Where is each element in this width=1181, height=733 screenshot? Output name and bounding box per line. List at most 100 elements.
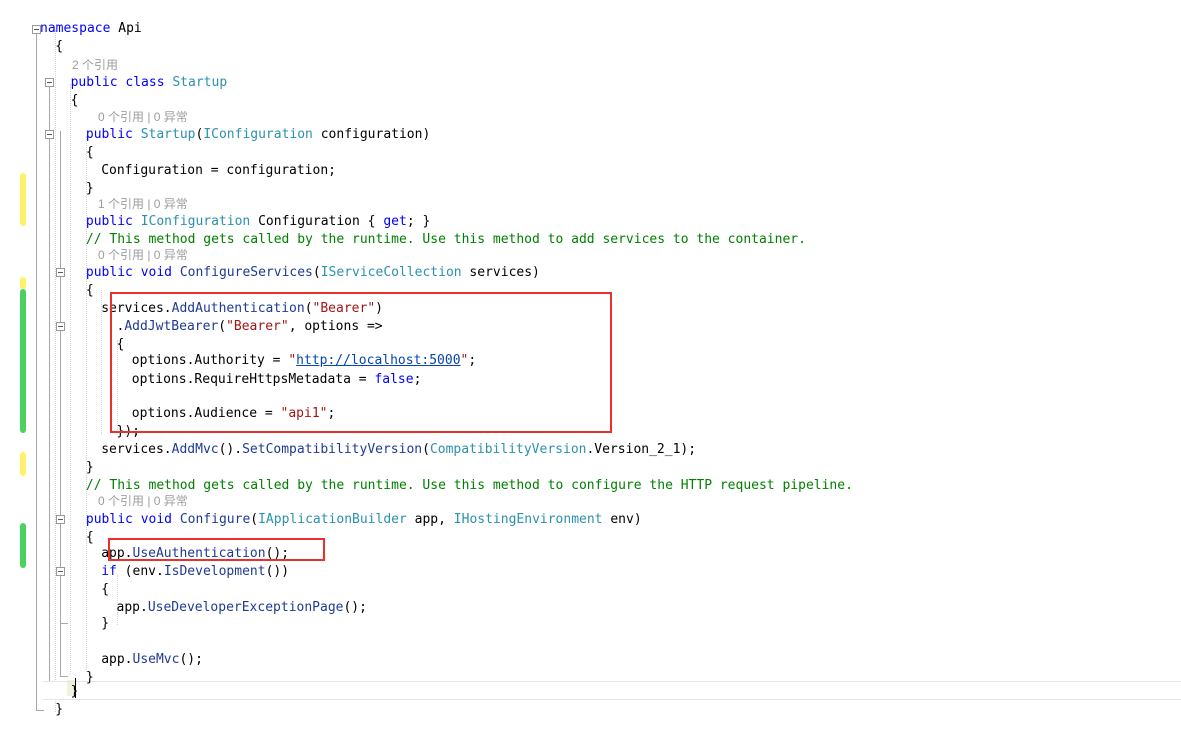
code-token-ident: configuration) <box>312 127 431 142</box>
fold-spine-nested <box>60 323 61 431</box>
code-line[interactable]: { <box>86 529 94 547</box>
code-token-mth: UseAuthentication <box>132 546 266 561</box>
code-line[interactable]: public void Configure(IApplicationBuilde… <box>86 511 642 529</box>
code-line[interactable]: } <box>86 180 94 198</box>
code-line[interactable]: { <box>55 38 63 56</box>
code-token-str: "Bearer" <box>312 301 376 316</box>
code-line[interactable]: // This method gets called by the runtim… <box>86 231 806 249</box>
code-token-mth: Configure <box>179 512 251 527</box>
code-token-punct: } <box>55 702 64 717</box>
current-line-highlight <box>43 681 1181 700</box>
code-token-type: IApplicationBuilder <box>258 512 407 527</box>
code-token-kw: class <box>125 75 173 90</box>
code-line[interactable]: { <box>101 581 109 599</box>
code-line[interactable]: if (env.IsDevelopment()) <box>101 563 289 581</box>
code-token-punct: }); <box>116 424 140 439</box>
code-token-punct: ; <box>413 372 422 387</box>
code-token-punct: ( <box>304 301 313 316</box>
code-token-mth: AddAuthentication <box>171 301 305 316</box>
code-line[interactable]: options.RequireHttpsMetadata = false; <box>132 371 422 389</box>
code-token-punct: ()) <box>265 564 290 579</box>
code-line[interactable]: // This method gets called by the runtim… <box>86 477 853 495</box>
code-token-punct: { <box>55 39 64 54</box>
code-line[interactable]: public class Startup <box>71 74 228 92</box>
code-token-cmt: // This method gets called by the runtim… <box>85 478 853 493</box>
fold-collapse-icon[interactable] <box>56 567 65 576</box>
code-line[interactable]: public Startup(IConfiguration configurat… <box>86 126 430 144</box>
code-token-ident: app. <box>101 652 133 667</box>
code-token-punct: { <box>85 145 94 160</box>
code-token-ident: options.Audience = <box>131 406 281 421</box>
code-line[interactable]: app.UseDeveloperExceptionPage(); <box>117 599 367 617</box>
codelens-indicator[interactable]: 0 个引用 | 0 异常 <box>98 108 188 126</box>
code-token-mth: UseDeveloperExceptionPage <box>147 600 344 615</box>
change-bar <box>20 277 26 289</box>
code-line[interactable]: services.AddAuthentication("Bearer") <box>101 300 383 318</box>
code-line[interactable]: services.AddMvc().SetCompatibilityVersio… <box>101 441 696 459</box>
code-token-ident: services. <box>101 442 172 457</box>
codelens-indicator[interactable]: 2 个引用 <box>72 56 118 74</box>
change-bar <box>20 523 26 568</box>
code-line[interactable]: public void ConfigureServices(IServiceCo… <box>86 264 540 282</box>
code-line[interactable]: } <box>101 615 109 633</box>
code-line[interactable]: }); <box>117 423 140 441</box>
code-line[interactable]: { <box>71 92 79 110</box>
code-line[interactable]: } <box>86 459 94 477</box>
code-token-ident: services. <box>101 301 172 316</box>
code-token-kw: public <box>85 512 141 527</box>
code-token-kw: public <box>85 214 141 229</box>
code-line[interactable]: } <box>86 669 94 687</box>
code-token-ident: services) <box>461 265 540 280</box>
code-token-punct: (); <box>179 652 203 667</box>
code-line[interactable]: .AddJwtBearer("Bearer", options => <box>117 318 383 336</box>
code-token-mth: SetCompatibilityVersion <box>242 442 423 457</box>
code-token-punct: ) <box>375 301 383 316</box>
code-token-cmt: // This method gets called by the runtim… <box>85 232 806 247</box>
code-token-type: IConfiguration <box>203 127 313 142</box>
code-token-ident: (env. <box>124 564 164 579</box>
code-line[interactable]: namespace Api <box>40 20 142 38</box>
code-token-punct: { <box>85 530 94 545</box>
fold-collapse-icon[interactable] <box>45 78 54 87</box>
code-token-punct: } <box>70 684 79 699</box>
code-line[interactable]: options.Audience = "api1"; <box>132 405 336 423</box>
code-editor[interactable]: 2 个引用 0 个引用 | 0 异常 1 个引用 | 0 异常 0 个引用 | 0 异… <box>0 0 1181 733</box>
fold-collapse-icon[interactable] <box>45 130 54 139</box>
code-line[interactable]: { <box>117 336 125 354</box>
code-token-ident: .Version_2_1); <box>586 442 697 457</box>
code-line[interactable]: { <box>86 144 94 162</box>
indent-guide <box>55 30 56 712</box>
code-token-kw: void <box>140 512 180 527</box>
code-line[interactable]: app.UseMvc(); <box>101 651 203 669</box>
code-token-punct: ( <box>218 319 227 334</box>
code-token-punct: ( <box>312 265 321 280</box>
code-token-ident: ; } <box>406 214 431 229</box>
code-line[interactable]: { <box>86 282 94 300</box>
fold-spine <box>36 26 37 710</box>
code-line[interactable]: } <box>71 683 79 701</box>
code-token-str: "Bearer" <box>226 319 289 334</box>
code-token-ident: app, <box>406 512 454 527</box>
code-token-link[interactable]: http://localhost:5000 <box>296 353 460 368</box>
code-token-kw: false <box>374 372 414 387</box>
code-token-ident: , options => <box>288 319 383 334</box>
fold-collapse-icon[interactable] <box>56 515 65 524</box>
codelens-indicator[interactable]: 1 个引用 | 0 异常 <box>98 195 188 213</box>
code-token-punct: { <box>85 283 94 298</box>
fold-collapse-icon[interactable] <box>56 268 65 277</box>
code-token-punct: } <box>85 670 94 685</box>
code-line[interactable]: Configuration = configuration; <box>101 162 336 180</box>
code-line[interactable]: options.Authority = "http://localhost:50… <box>132 352 476 370</box>
code-line[interactable]: app.UseAuthentication(); <box>101 545 289 563</box>
code-token-punct: } <box>101 616 110 631</box>
code-line[interactable]: } <box>55 701 63 719</box>
code-token-str: " <box>288 353 297 368</box>
code-line[interactable]: public IConfiguration Configuration { ge… <box>86 213 430 231</box>
code-token-type: Startup <box>172 75 228 90</box>
code-token-kw: if <box>101 564 125 579</box>
fold-end-tick <box>60 623 68 624</box>
code-token-type: IConfiguration <box>140 214 251 229</box>
code-token-type: CompatibilityVersion <box>429 442 587 457</box>
fold-collapse-icon[interactable] <box>56 322 65 331</box>
code-token-punct: { <box>70 93 79 108</box>
